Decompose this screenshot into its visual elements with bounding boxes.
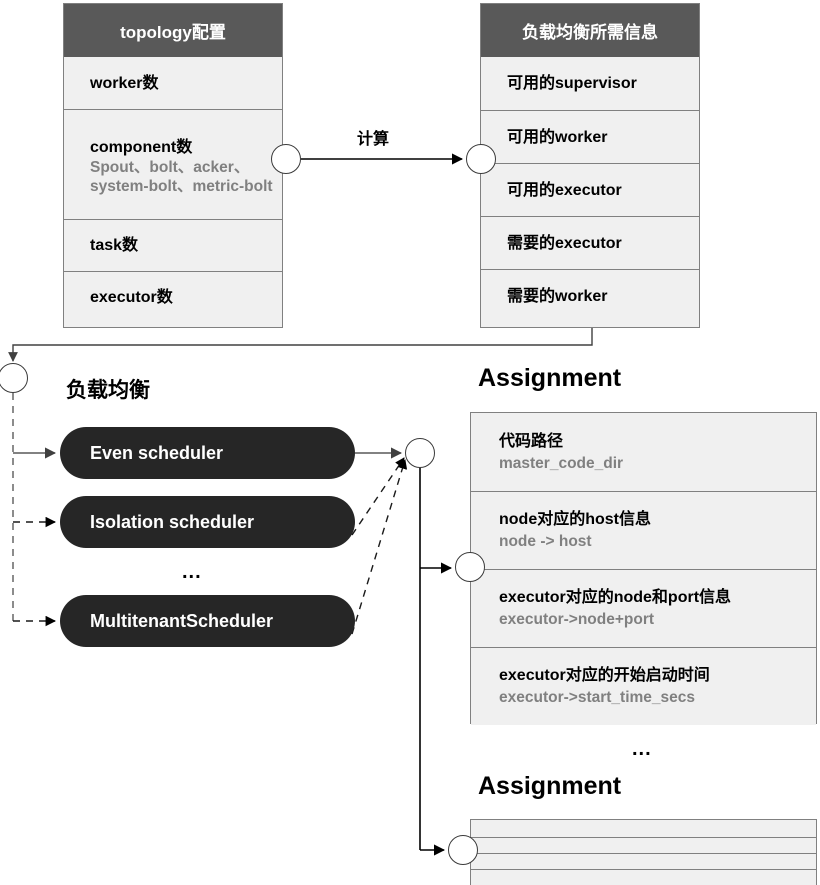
- scheduler-even[interactable]: Even scheduler: [60, 427, 355, 479]
- diagram-canvas: topology配置 worker数 component数 Spout、bolt…: [0, 0, 820, 885]
- table-row: [471, 869, 816, 885]
- table-row: 需要的executor: [481, 216, 699, 269]
- row-label: 可用的worker: [507, 128, 608, 146]
- table-row: [471, 837, 816, 853]
- table-assignment-2: [470, 819, 817, 885]
- row-label: worker数: [90, 74, 159, 92]
- row-label: executor数: [90, 289, 173, 306]
- row-sublabel: node -> host: [499, 533, 592, 550]
- table-row: 代码路径 master_code_dir: [471, 413, 816, 491]
- table-row: 可用的worker: [481, 110, 699, 163]
- row-label: executor对应的开始启动时间: [499, 667, 710, 684]
- table-assignment: 代码路径 master_code_dir node对应的host信息 node …: [470, 412, 817, 725]
- section-title-assignment-1: Assignment: [478, 364, 622, 392]
- connector-node-topology: [271, 144, 301, 174]
- table-row: executor数: [64, 271, 282, 323]
- table-topology-config: topology配置 worker数 component数 Spout、bolt…: [63, 3, 283, 328]
- ellipsis-assignments: ...: [632, 738, 652, 760]
- row-label: 代码路径: [499, 432, 564, 450]
- row-label: task数: [90, 237, 139, 254]
- table-row: worker数: [64, 57, 282, 109]
- table-lbinfo-header: 负载均衡所需信息: [481, 4, 699, 57]
- row-label: 需要的worker: [507, 287, 608, 305]
- section-title-assignment-2: Assignment: [478, 772, 622, 800]
- table-row: executor对应的node和port信息 executor->node+po…: [471, 569, 816, 647]
- table-row: [471, 853, 816, 869]
- table-row: 可用的supervisor: [481, 57, 699, 110]
- connector-node-assignment-1: [455, 552, 485, 582]
- table-row: [471, 820, 816, 837]
- scheduler-label: MultitenantScheduler: [90, 610, 274, 631]
- row-label: 需要的executor: [507, 234, 622, 252]
- scheduler-label: Even scheduler: [90, 442, 224, 463]
- row-label: 可用的executor: [507, 181, 622, 199]
- table-row: 可用的executor: [481, 163, 699, 216]
- ellipsis-schedulers: ...: [182, 561, 202, 583]
- table-row: node对应的host信息 node -> host: [471, 491, 816, 569]
- connector-node-lbinfo: [466, 144, 496, 174]
- connector-node-scheduler-out: [405, 438, 435, 468]
- table-row: task数: [64, 219, 282, 271]
- scheduler-label: Isolation scheduler: [90, 511, 255, 532]
- row-sublabel: master_code_dir: [499, 454, 624, 472]
- row-sublabel: Spout、bolt、acker、system-bolt、metric-bolt: [90, 159, 273, 195]
- table-loadbalance-info: 负载均衡所需信息 可用的supervisor 可用的worker 可用的exec…: [480, 3, 700, 328]
- scheduler-isolation[interactable]: Isolation scheduler: [60, 496, 355, 548]
- section-title-load-balance: 负载均衡: [66, 379, 150, 402]
- scheduler-multitenant[interactable]: MultitenantScheduler: [60, 595, 355, 647]
- connector-node-assignment-2: [448, 835, 478, 865]
- table-topology-header: topology配置: [64, 4, 282, 57]
- row-label: component数: [90, 139, 193, 156]
- table-row: executor对应的开始启动时间 executor->start_time_s…: [471, 647, 816, 725]
- row-label: 可用的supervisor: [507, 75, 637, 92]
- row-label: node对应的host信息: [499, 511, 651, 528]
- row-sublabel: executor->node+port: [499, 611, 655, 628]
- edge-label-compute: 计算: [357, 131, 390, 148]
- row-label: executor对应的node和port信息: [499, 589, 732, 606]
- table-row: 需要的worker: [481, 269, 699, 322]
- table-row: component数 Spout、bolt、acker、system-bolt、…: [64, 109, 282, 219]
- row-sublabel: executor->start_time_secs: [499, 689, 696, 706]
- connector-node-lb-start: [0, 363, 28, 393]
